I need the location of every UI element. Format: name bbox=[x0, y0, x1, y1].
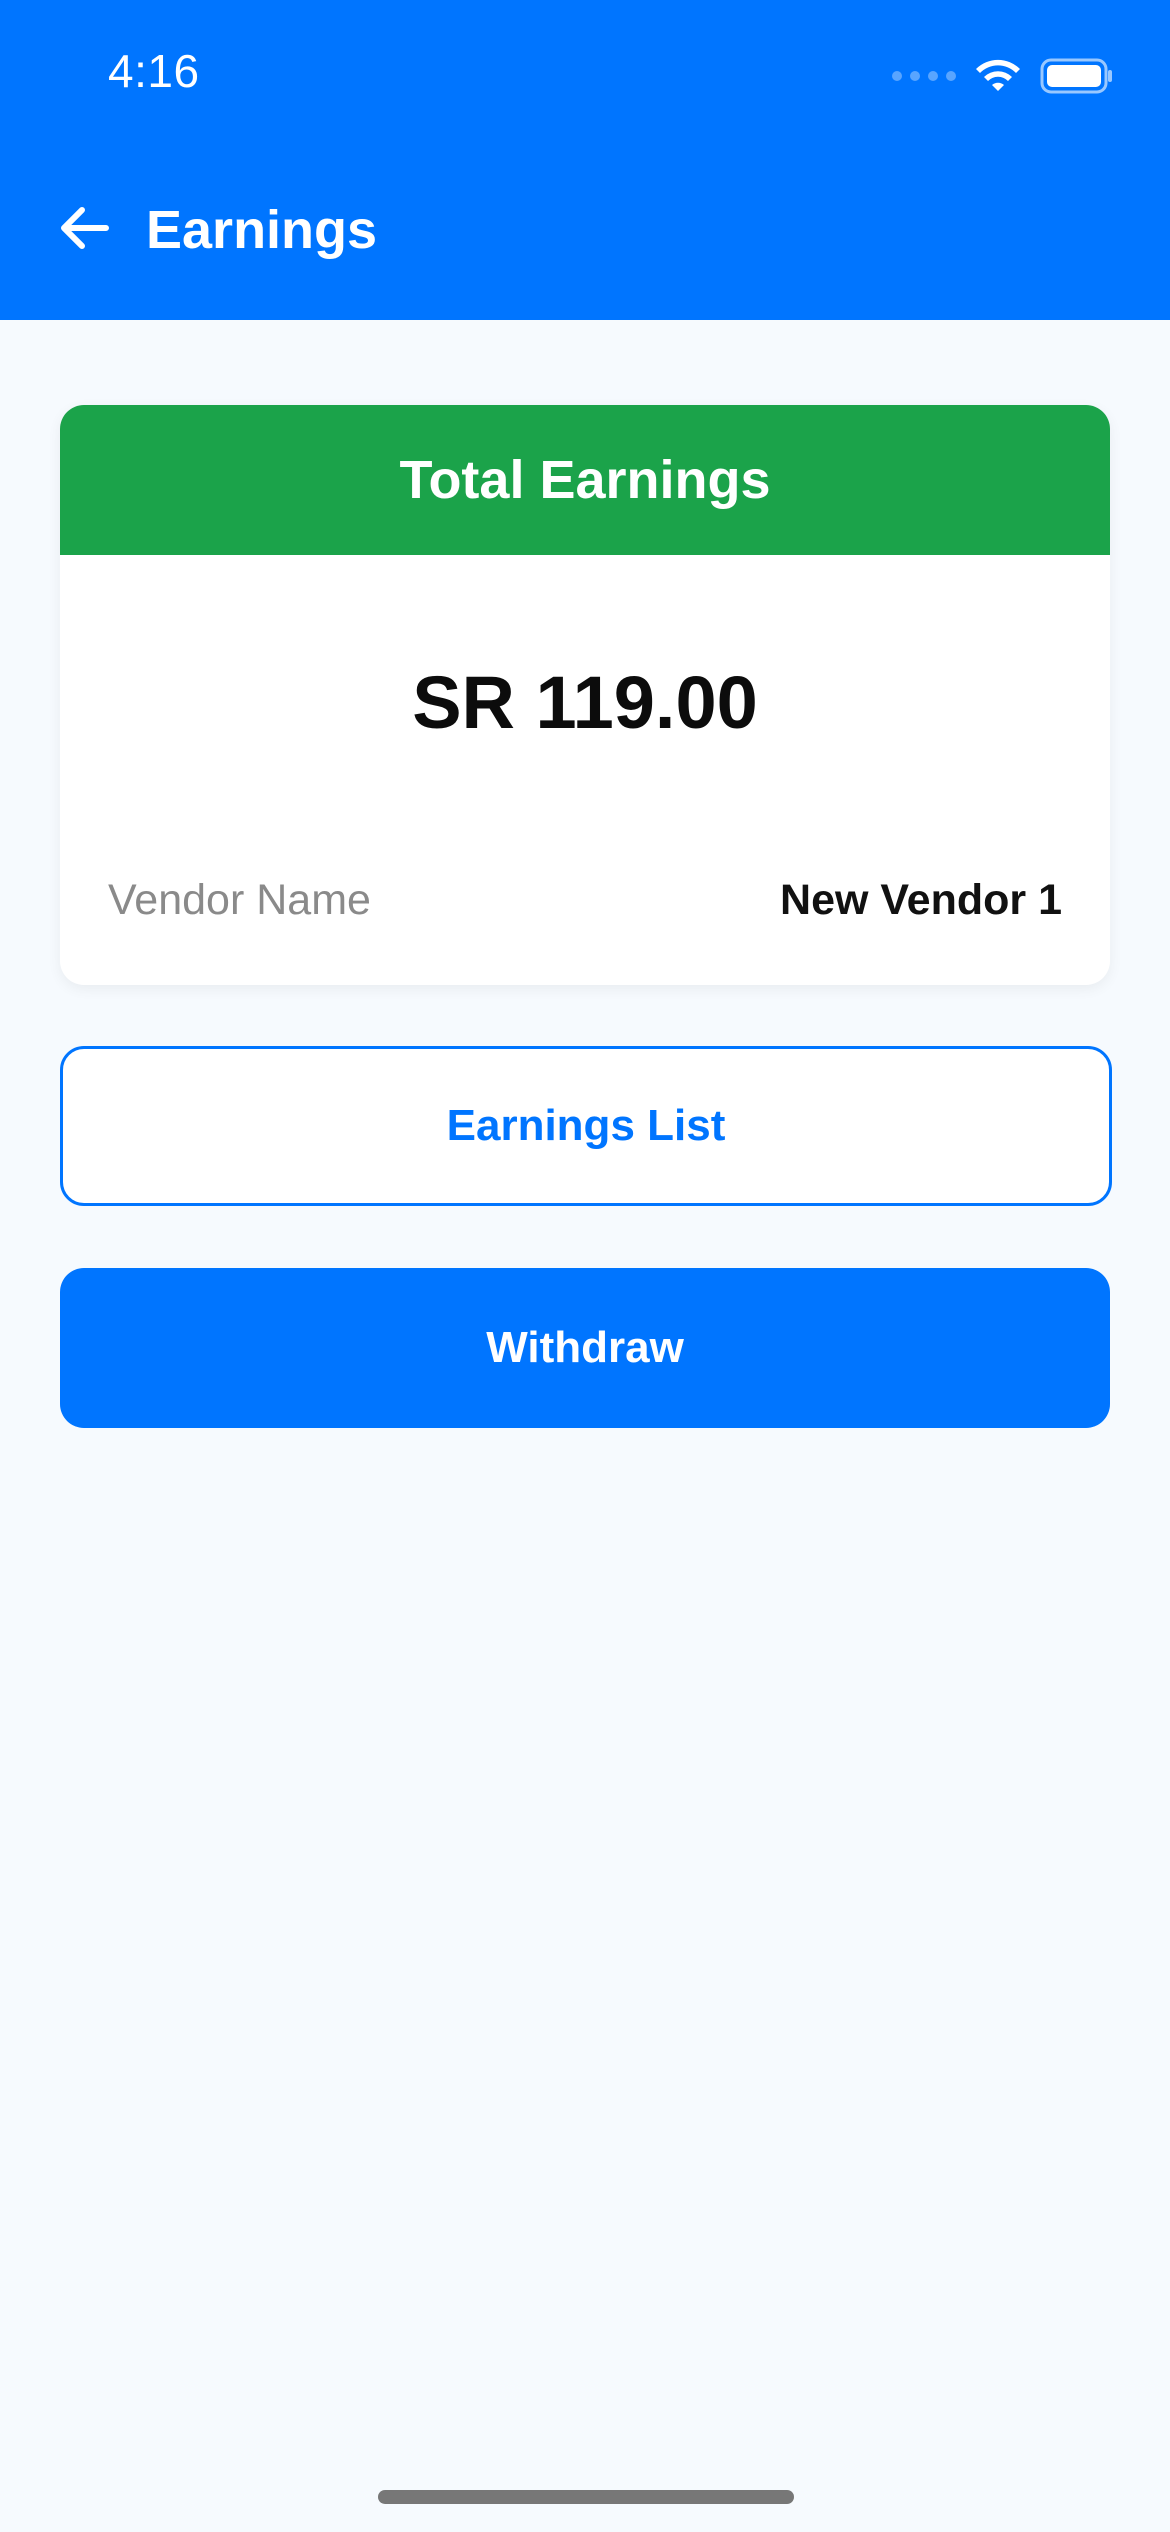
vendor-name-value: New Vendor 1 bbox=[780, 875, 1062, 924]
card-header: Total Earnings bbox=[60, 405, 1110, 555]
status-time: 4:16 bbox=[108, 45, 200, 97]
withdraw-button[interactable]: Withdraw bbox=[60, 1268, 1110, 1428]
home-indicator[interactable] bbox=[378, 2490, 794, 2504]
vendor-row: Vendor Name New Vendor 1 bbox=[108, 865, 1062, 935]
battery-icon bbox=[1040, 58, 1112, 94]
back-button[interactable] bbox=[52, 196, 116, 260]
status-icons bbox=[892, 52, 1114, 100]
earnings-list-button[interactable]: Earnings List bbox=[60, 1046, 1112, 1206]
arrow-left-icon bbox=[61, 207, 109, 249]
cellular-signal-icon bbox=[892, 71, 956, 81]
app-bar: 4:16 Earnings bbox=[0, 0, 1170, 320]
total-earnings-card: Total Earnings SR 119.00 Vendor Name New… bbox=[60, 405, 1110, 985]
wifi-icon bbox=[976, 59, 1020, 91]
vendor-name-label: Vendor Name bbox=[108, 875, 371, 924]
earnings-amount: SR 119.00 bbox=[412, 661, 758, 744]
page-title: Earnings bbox=[146, 200, 378, 260]
